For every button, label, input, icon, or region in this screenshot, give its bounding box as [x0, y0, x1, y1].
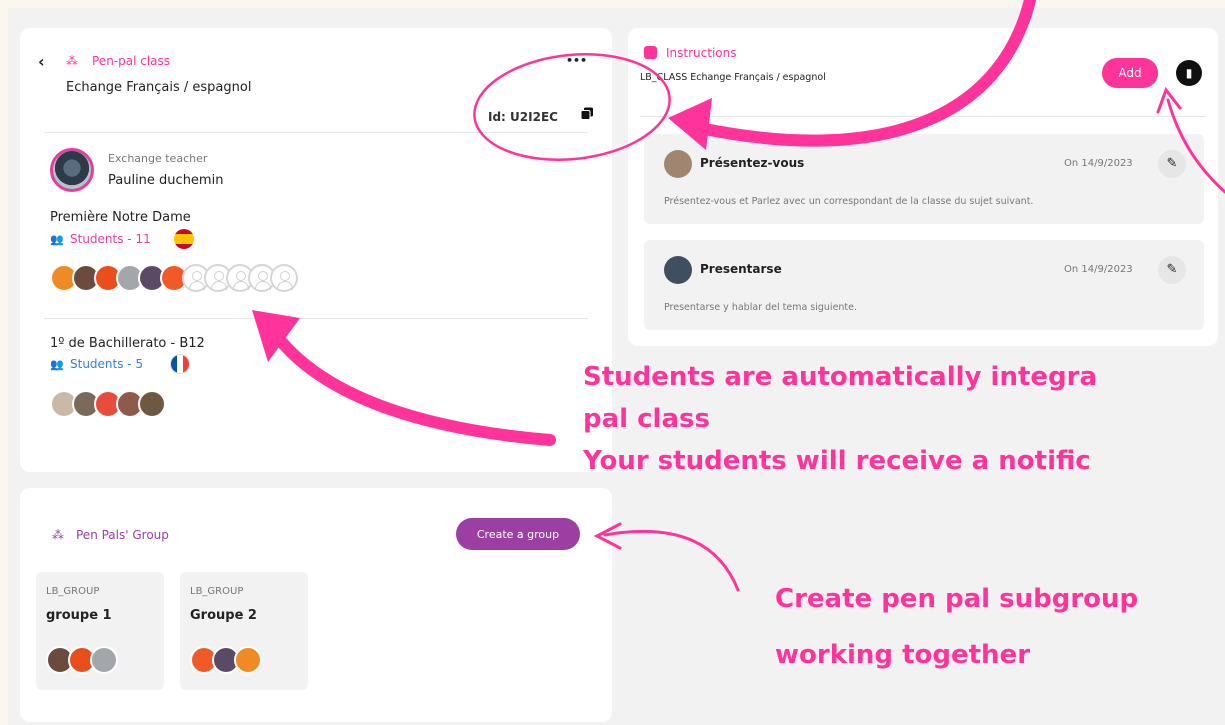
divider-schools	[44, 318, 588, 319]
back-icon[interactable]: ‹	[38, 52, 45, 71]
copy-icon[interactable]	[580, 106, 594, 120]
instructions-icon	[644, 46, 657, 59]
school2-name: 1º de Bachillerato - B12	[50, 336, 205, 351]
group-icon: ⁂	[52, 528, 64, 542]
group-avatars	[190, 646, 262, 674]
add-button[interactable]: Add	[1102, 58, 1158, 88]
delete-icon[interactable]: ▮	[1176, 60, 1202, 86]
instruction-date: On 14/9/2023	[1064, 158, 1133, 169]
teacher-name: Pauline duchemin	[108, 173, 224, 188]
school2-avatars	[50, 390, 166, 418]
annotation-line5: working together	[775, 640, 1031, 670]
group-card[interactable]: LB_GROUP Groupe 2	[180, 572, 308, 690]
class-id: Id: U2I2EC	[488, 110, 558, 124]
pen-pal-class-icon: ⁂	[66, 54, 78, 68]
class-name: Echange Français / espagnol	[66, 80, 252, 95]
group-tag: LB_GROUP	[46, 586, 100, 597]
create-group-button[interactable]: Create a group	[456, 518, 580, 550]
student-avatar[interactable]	[138, 390, 166, 418]
instruction-avatar	[664, 256, 692, 284]
groups-title: Pen Pals' Group	[76, 528, 169, 542]
instruction-avatar	[664, 150, 692, 178]
students-icon: 👥	[50, 358, 64, 371]
spain-flag-icon	[174, 229, 194, 249]
student-avatar	[90, 646, 118, 674]
divider-top	[44, 132, 588, 133]
instructions-title: Instructions	[666, 46, 737, 60]
empty-avatar-icon	[270, 264, 298, 292]
instructions-class-line: LB_CLASS Echange Français / espagnol	[640, 72, 826, 83]
instructions-card: Instructions LB_CLASS Echange Français /…	[628, 28, 1218, 346]
annotation-line3: Your students will receive a notific	[583, 446, 1091, 476]
students-icon: 👥	[50, 233, 64, 246]
edit-icon[interactable]: ✎	[1158, 256, 1186, 284]
more-options-icon[interactable]: •••	[566, 54, 587, 67]
school1-name: Première Notre Dame	[50, 210, 191, 225]
teacher-role: Exchange teacher	[108, 152, 208, 165]
group-card[interactable]: LB_GROUP groupe 1	[36, 572, 164, 690]
divider-instructions	[640, 116, 1206, 117]
annotation-line2: pal class	[583, 404, 710, 434]
teacher-avatar	[50, 148, 94, 192]
student-avatar	[234, 646, 262, 674]
section-title: Pen-pal class	[92, 54, 171, 68]
group-name: groupe 1	[46, 608, 112, 623]
annotation-line4: Create pen pal subgroup	[775, 584, 1139, 614]
annotation-line1: Students are automatically integra	[583, 362, 1097, 392]
group-name: Groupe 2	[190, 608, 257, 623]
instruction-title: Presentarse	[700, 262, 782, 276]
pen-pal-class-card: ‹ ⁂ Pen-pal class Echange Français / esp…	[20, 28, 612, 472]
edit-icon[interactable]: ✎	[1158, 150, 1186, 178]
school1-avatars	[50, 264, 298, 292]
pen-pals-group-card: ⁂ Pen Pals' Group Create a group LB_GROU…	[20, 488, 612, 722]
school2-students: Students - 5	[70, 357, 144, 371]
instruction-body: Presentarse y hablar del tema siguiente.	[664, 302, 858, 313]
instruction-item[interactable]: Présentez-vous On 14/9/2023 ✎ Présentez-…	[644, 134, 1204, 224]
group-avatars	[46, 646, 118, 674]
instruction-title: Présentez-vous	[700, 156, 805, 170]
instruction-item[interactable]: Presentarse On 14/9/2023 ✎ Presentarse y…	[644, 240, 1204, 330]
france-flag-icon	[170, 354, 190, 374]
group-tag: LB_GROUP	[190, 586, 244, 597]
instruction-body: Présentez-vous et Parlez avec un corresp…	[664, 196, 1034, 207]
school1-students: Students - 11	[70, 232, 151, 246]
instruction-date: On 14/9/2023	[1064, 264, 1133, 275]
